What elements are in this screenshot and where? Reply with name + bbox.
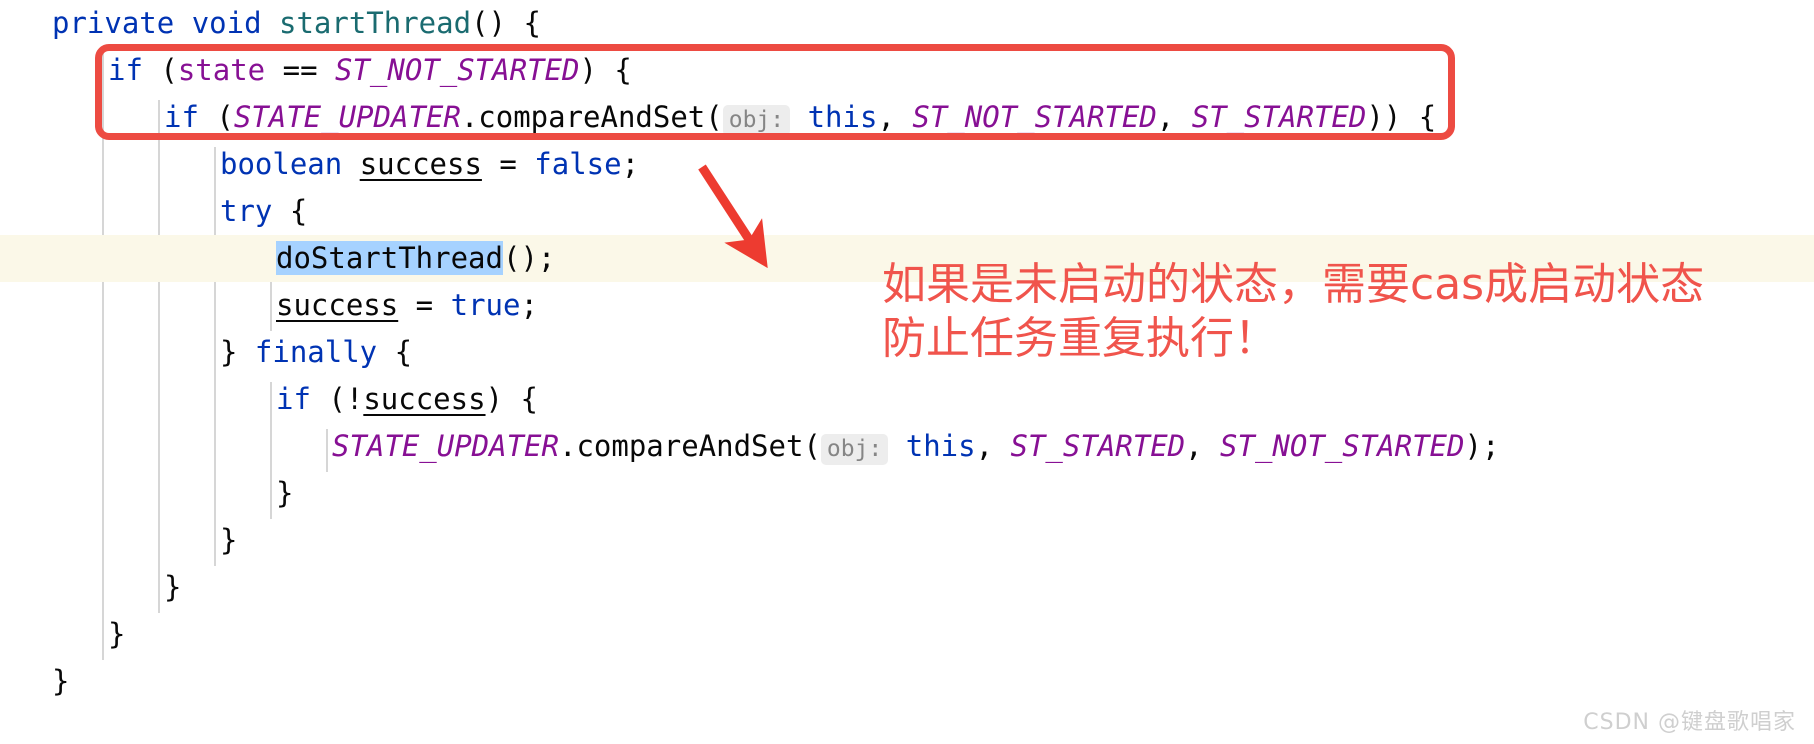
code-token-plain: } (220, 523, 238, 557)
code-token-static: ST_NOT_STARTED (1220, 429, 1465, 463)
code-token-kw: false (534, 147, 622, 181)
code-token-plain: (! (310, 382, 364, 416)
code-token-method: startThread (279, 6, 472, 40)
code-line-text: if (!success) { (0, 382, 538, 416)
code-line-text: STATE_UPDATER.compareAndSet(obj: this, S… (0, 429, 1500, 465)
code-line[interactable]: if (!success) { (0, 376, 1814, 423)
code-token-plain: ( (198, 100, 234, 134)
code-line[interactable]: } (0, 658, 1814, 705)
code-token-plain: } (276, 476, 294, 510)
code-line-text: success = true; (0, 288, 538, 322)
code-token-plain: ) { (579, 53, 632, 87)
code-token-local-u: success (363, 382, 486, 416)
code-token-sel: doStartThread (276, 241, 503, 275)
code-line-text: private void startThread() { (0, 6, 541, 40)
code-token-plain: ( (142, 53, 178, 87)
code-token-plain: , (1185, 429, 1221, 463)
code-token-plain: ); (1464, 429, 1500, 463)
code-token-kw: true (450, 288, 521, 322)
code-token-static: ST_NOT_STARTED (335, 53, 580, 87)
code-line-text: } (0, 523, 237, 557)
code-token-local-u: success (359, 147, 482, 181)
code-token-plain: { (377, 335, 413, 369)
code-token-plain: , (1156, 100, 1192, 134)
code-token-plain: (); (502, 241, 556, 275)
code-editor[interactable]: private void startThread() {if (state ==… (0, 0, 1814, 744)
code-token-static: ST_STARTED (1010, 429, 1186, 463)
code-token-local-u: success (276, 288, 399, 322)
code-token-plain: () { (471, 6, 541, 40)
code-line[interactable]: } (0, 564, 1814, 611)
code-token-plain: == (265, 53, 335, 87)
note-line-2: 防止任务重复执行！ (882, 313, 1278, 364)
code-line[interactable]: private void startThread() { (0, 0, 1814, 47)
code-line-text: doStartThread(); (0, 241, 555, 275)
note-line-1: 如果是未启动的状态，需要cas成启动状态 (882, 259, 1705, 310)
screenshot-root: private void startThread() {if (state ==… (0, 0, 1814, 744)
code-token-plain: = (398, 288, 451, 322)
code-token-hint: obj: (722, 105, 791, 136)
code-token-static: ST_NOT_STARTED (912, 100, 1157, 134)
code-token-kw: try (220, 194, 273, 228)
code-line-text: } (0, 570, 181, 604)
code-token-plain: .compareAndSet( (460, 100, 723, 134)
code-token-plain: ) { (485, 382, 538, 416)
csdn-watermark: CSDN @键盘歌唱家 (1583, 710, 1796, 735)
code-token-kw: void (191, 6, 262, 40)
code-token-plain: } (164, 570, 182, 604)
code-token-plain: )) { (1366, 100, 1437, 134)
code-token-kw: this (807, 100, 878, 134)
code-token-kw: boolean (220, 147, 343, 181)
code-line-text: } (0, 617, 125, 651)
code-line-text: try { (0, 194, 307, 228)
code-line-text: } finally { (0, 335, 412, 369)
code-token-static: STATE_UPDATER (332, 429, 559, 463)
code-token-hint: obj: (820, 434, 889, 465)
code-line[interactable]: } (0, 611, 1814, 658)
code-token-plain: } (108, 617, 126, 651)
code-token-kw: private (52, 6, 175, 40)
code-token-plain: = (481, 147, 535, 181)
code-line[interactable]: boolean success = false; (0, 141, 1814, 188)
code-token-plain: ; (520, 288, 538, 322)
code-line[interactable]: try { (0, 188, 1814, 235)
code-line-text: } (0, 476, 293, 510)
code-token-kw: if (108, 53, 143, 87)
code-line-text: if (STATE_UPDATER.compareAndSet(obj: thi… (0, 100, 1437, 136)
code-token-plain: .compareAndSet( (558, 429, 821, 463)
code-line-text: boolean success = false; (0, 147, 639, 181)
code-line-text: if (state == ST_NOT_STARTED) { (0, 53, 632, 87)
code-line[interactable]: if (state == ST_NOT_STARTED) { (0, 47, 1814, 94)
code-token-kw: this (905, 429, 976, 463)
code-token-static: ST_STARTED (1191, 100, 1367, 134)
code-line[interactable]: STATE_UPDATER.compareAndSet(obj: this, S… (0, 423, 1814, 470)
code-token-kw: if (164, 100, 199, 134)
code-token-field: state (177, 53, 266, 87)
code-line[interactable]: } (0, 517, 1814, 564)
code-token-kw: if (276, 382, 311, 416)
code-line-text: } (0, 664, 69, 698)
code-line[interactable]: if (STATE_UPDATER.compareAndSet(obj: thi… (0, 94, 1814, 141)
code-token-plain: } (52, 664, 70, 698)
code-token-plain: { (272, 194, 308, 228)
code-token-static: STATE_UPDATER (233, 100, 461, 134)
chinese-annotation-note: 如果是未启动的状态，需要cas成启动状态 防止任务重复执行！ (882, 258, 1704, 366)
code-line[interactable]: } (0, 470, 1814, 517)
code-token-plain: ; (621, 147, 640, 181)
code-token-plain: , (975, 429, 1011, 463)
code-token-plain: } (220, 335, 255, 369)
code-token-plain: , (877, 100, 913, 134)
code-token-kw: finally (254, 335, 378, 369)
